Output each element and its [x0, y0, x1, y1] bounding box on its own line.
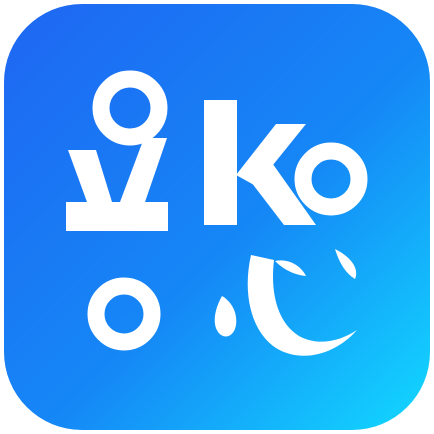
app-icon-graphic: [4, 4, 430, 430]
app-icon[interactable]: [0, 0, 434, 434]
